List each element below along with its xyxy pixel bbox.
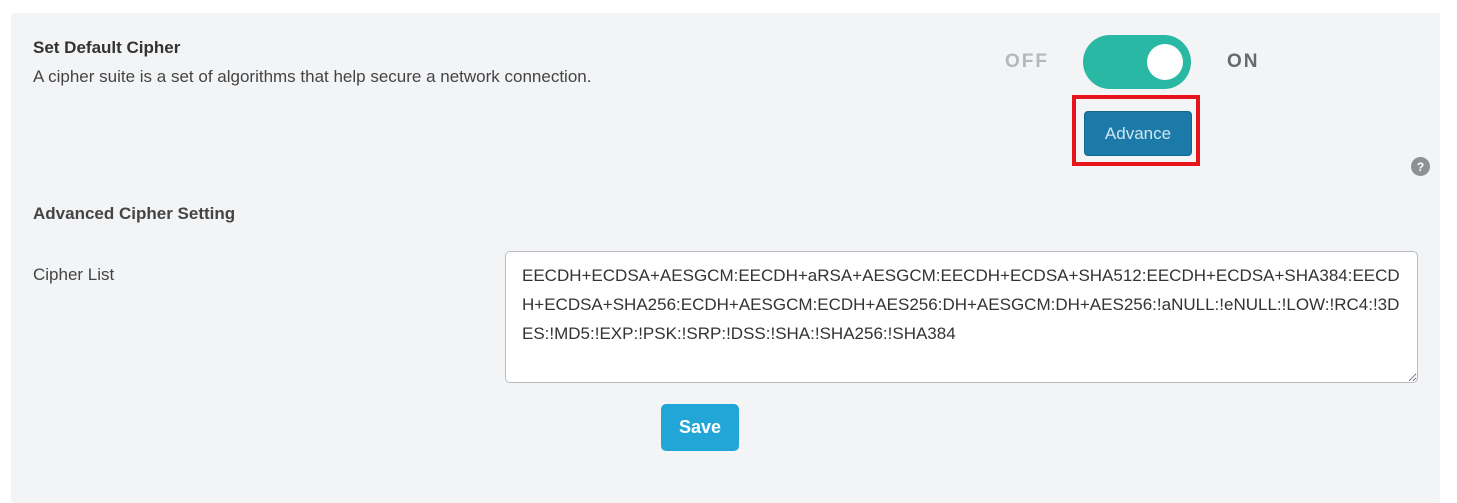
save-button[interactable]: Save <box>661 404 739 451</box>
toggle-off-label: OFF <box>1005 51 1049 72</box>
section-divider <box>0 178 11 198</box>
default-cipher-toggle[interactable] <box>1083 35 1191 89</box>
default-cipher-title: Set Default Cipher <box>33 38 181 57</box>
default-cipher-section: Set Default Cipher A cipher suite is a s… <box>11 13 1440 178</box>
advanced-cipher-title: Advanced Cipher Setting <box>33 204 236 223</box>
toggle-on-label: ON <box>1227 51 1260 72</box>
cipher-settings-panel: Set Default Cipher A cipher suite is a s… <box>0 13 1440 503</box>
cipher-list-label: Cipher List <box>33 265 115 284</box>
toggle-knob <box>1147 44 1183 80</box>
advance-button[interactable]: Advance <box>1084 111 1192 156</box>
default-cipher-description: A cipher suite is a set of algorithms th… <box>33 67 592 86</box>
help-icon[interactable]: ? <box>1411 157 1430 176</box>
cipher-list-textarea[interactable]: EECDH+ECDSA+AESGCM:EECDH+aRSA+AESGCM:EEC… <box>505 251 1418 383</box>
